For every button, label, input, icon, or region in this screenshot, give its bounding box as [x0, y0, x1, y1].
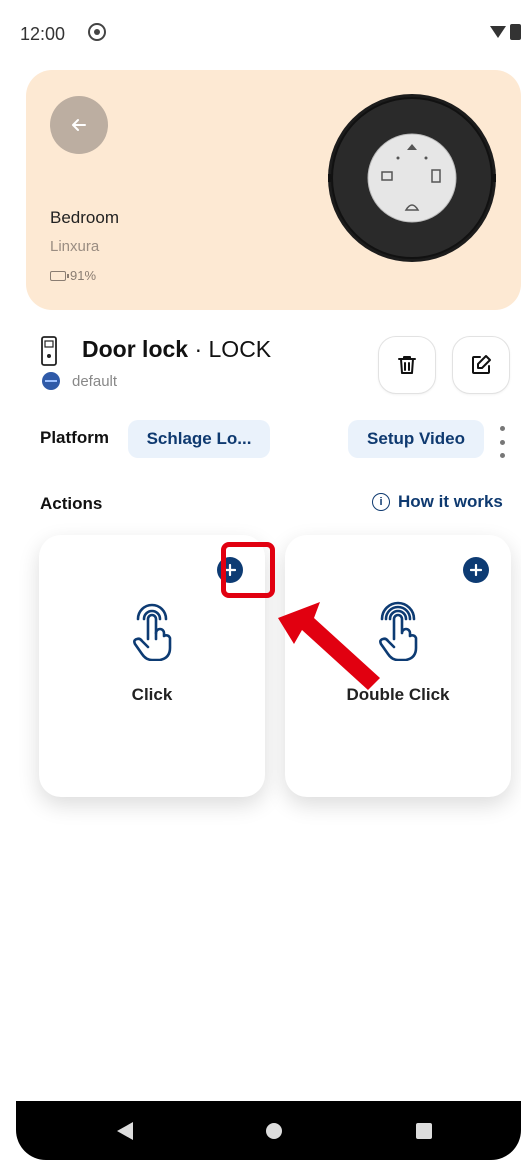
device-header-card: Bedroom Linxura 91% — [26, 70, 521, 310]
device-name: Door lock — [82, 336, 189, 362]
phone-screen: 12:00 Bedroom Linxura 91% Door lock · LO… — [16, 0, 521, 1160]
how-it-works-label: How it works — [398, 492, 503, 511]
platform-label: Platform — [40, 428, 109, 447]
plus-icon — [470, 564, 482, 576]
door-lock-icon — [41, 336, 57, 366]
setup-video-button[interactable]: Setup Video — [348, 420, 484, 458]
tap-hand-icon — [133, 603, 172, 661]
system-navigation-bar — [16, 1101, 521, 1160]
device-brand: Linxura — [50, 238, 100, 255]
add-action-button[interactable] — [217, 557, 243, 583]
device-battery: 91% — [50, 268, 96, 283]
how-it-works-link[interactable]: i How it works — [372, 492, 503, 512]
action-label: Click — [131, 685, 173, 704]
screen-record-icon — [88, 23, 106, 41]
add-action-button[interactable] — [463, 557, 489, 583]
nav-back-icon[interactable] — [117, 1122, 133, 1140]
info-icon: i — [372, 493, 390, 511]
edit-button[interactable] — [452, 336, 510, 394]
status-time: 12:00 — [20, 24, 66, 44]
edit-icon — [472, 355, 491, 374]
back-button[interactable] — [50, 96, 108, 154]
action-card-double-click[interactable]: Double Click — [285, 535, 511, 797]
setup-video-label: Setup Video — [367, 429, 465, 448]
nav-home-icon[interactable] — [266, 1123, 282, 1139]
device-title-row: Door lock · LOCK default — [36, 334, 521, 404]
delete-button[interactable] — [378, 336, 436, 394]
action-label: Double Click — [346, 685, 450, 704]
more-options-icon[interactable] — [498, 426, 506, 458]
space-icon — [42, 372, 60, 390]
status-bar: 12:00 — [16, 0, 521, 70]
device-title: Door lock · LOCK — [82, 336, 271, 363]
plus-icon — [224, 564, 236, 576]
remote-device-image — [328, 94, 496, 262]
wifi-icon — [490, 26, 506, 38]
device-room: Bedroom — [50, 208, 119, 227]
platform-value: Schlage Lo... — [146, 429, 252, 448]
battery-percent: 91% — [70, 268, 97, 283]
device-type: · LOCK — [194, 336, 272, 362]
battery-level-icon — [50, 270, 69, 281]
trash-icon — [398, 356, 416, 374]
platform-selector[interactable]: Schlage Lo... — [128, 420, 270, 458]
nav-recents-icon[interactable] — [416, 1123, 432, 1139]
arrow-left-icon — [72, 119, 86, 131]
actions-heading: Actions — [40, 494, 103, 513]
battery-icon — [510, 24, 521, 40]
action-card-click[interactable]: Click — [39, 535, 265, 797]
space-selector[interactable]: default — [42, 372, 117, 390]
double-tap-hand-icon — [379, 601, 418, 661]
space-name: default — [72, 372, 118, 390]
